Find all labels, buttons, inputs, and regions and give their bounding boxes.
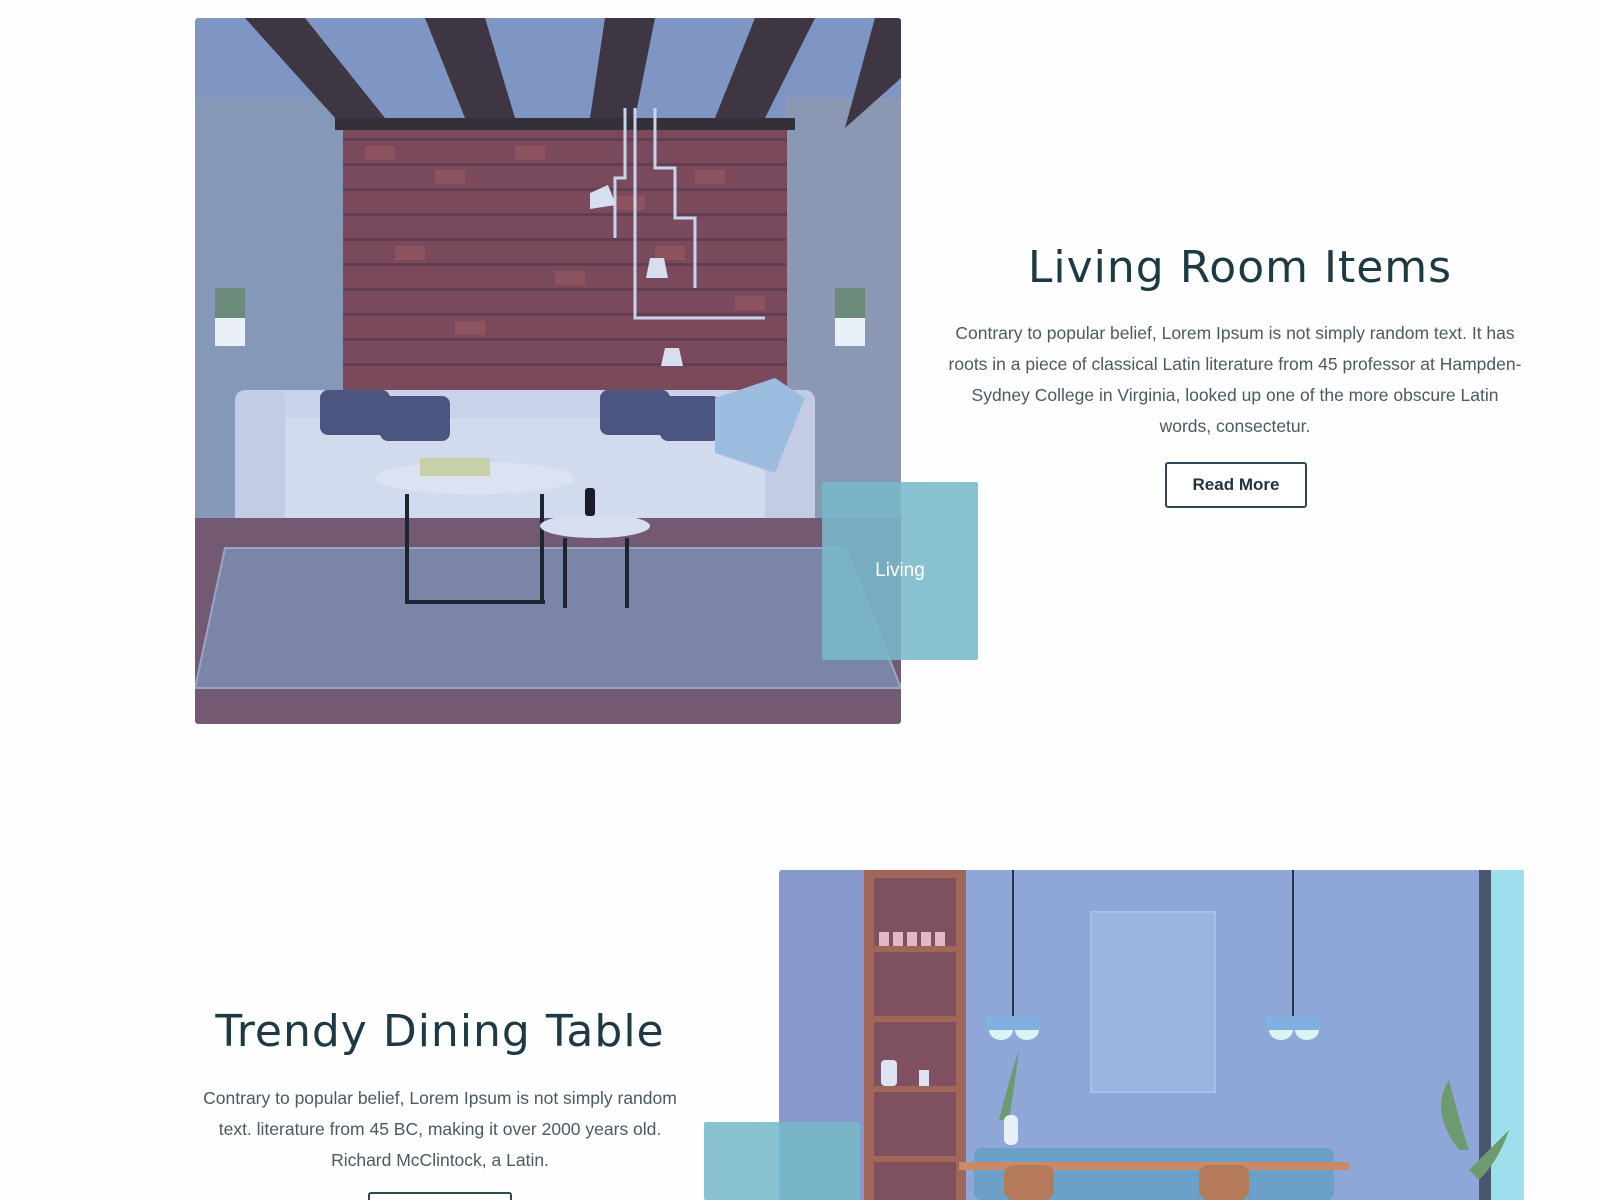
dining-room-illustration — [779, 870, 1524, 1200]
living-room-image — [195, 18, 901, 724]
living-room-illustration — [195, 18, 901, 724]
dining-category-tag[interactable] — [704, 1122, 860, 1200]
dining-section: Trendy Dining Table Contrary to popular … — [0, 760, 1600, 1200]
dining-room-image — [779, 870, 1524, 1200]
living-category-tag[interactable]: Living — [822, 482, 978, 660]
living-room-title: Living Room Items — [1027, 242, 1453, 293]
dining-read-more-button[interactable] — [368, 1192, 512, 1200]
living-room-description: Contrary to popular belief, Lorem Ipsum … — [948, 323, 1522, 436]
living-room-section: Living Living Room Items Contrary to pop… — [0, 0, 1600, 760]
living-read-more-button[interactable]: Read More — [1165, 462, 1307, 508]
dining-description: Contrary to popular belief, Lorem Ipsum … — [203, 1088, 677, 1170]
living-category-tag-label: Living — [875, 560, 925, 581]
dining-title: Trendy Dining Table — [215, 1006, 665, 1057]
